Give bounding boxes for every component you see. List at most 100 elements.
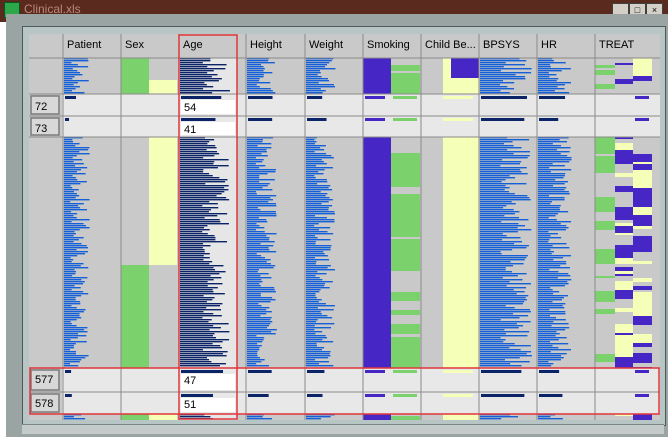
treat-stripe	[595, 244, 615, 249]
treat-stripe	[615, 290, 633, 299]
column-header-sex[interactable]: Sex	[125, 39, 144, 51]
table-lens-canvas[interactable]	[29, 34, 660, 420]
age-value-578[interactable]: 51	[184, 399, 196, 411]
smoking-stripe	[391, 201, 420, 209]
focus-bar	[181, 394, 213, 397]
treat-stripe	[633, 361, 652, 363]
weight-bar	[306, 329, 315, 331]
treat-stripe	[633, 254, 652, 261]
column-header-smoking[interactable]: Smoking	[367, 39, 410, 51]
smoking-stripe	[391, 60, 420, 65]
weight-bar	[306, 335, 326, 337]
row-label-577[interactable]: 577	[35, 374, 53, 386]
age-bar	[180, 349, 203, 351]
column-header-weight[interactable]: Weight	[309, 39, 343, 51]
treat-stripe	[633, 215, 652, 221]
smoking-stripe	[391, 361, 420, 367]
height-bar	[247, 205, 277, 207]
age-bar	[180, 203, 218, 205]
patient-bar	[64, 263, 84, 265]
weight-bar	[306, 233, 334, 235]
treat-stripe	[633, 191, 652, 198]
weight-bar	[306, 229, 320, 231]
weight-bar	[306, 141, 317, 143]
patient-bar	[64, 145, 76, 147]
hr-bar	[538, 271, 559, 273]
age-bar	[180, 255, 204, 257]
patient-bar	[64, 62, 72, 64]
patient-bar	[64, 295, 82, 297]
bpsys-bar	[480, 215, 505, 217]
bpsys-bar	[480, 315, 529, 317]
focus-bar	[443, 370, 473, 373]
weight-bar	[306, 151, 315, 153]
bpsys-bar	[480, 233, 503, 235]
smoking-stripe	[391, 73, 420, 81]
smoking-block	[363, 58, 391, 94]
row-label-72[interactable]: 72	[35, 101, 47, 113]
age-value-73[interactable]: 41	[184, 124, 196, 136]
hr-bar	[538, 211, 569, 213]
weight-bar	[306, 313, 322, 315]
row-label-73[interactable]: 73	[35, 123, 47, 135]
treat-stripe	[633, 347, 652, 353]
height-bar	[247, 223, 257, 225]
treat-stripe	[615, 213, 633, 220]
weight-bar	[306, 251, 324, 253]
age-bar	[180, 211, 209, 213]
age-bar	[180, 207, 219, 209]
bpsys-bar	[480, 253, 502, 255]
column-header-child-be[interactable]: Child Be...	[425, 39, 476, 51]
weight-bar	[306, 74, 318, 76]
hr-bar	[538, 62, 566, 64]
bpsys-bar	[480, 169, 521, 171]
smoking-stripe	[391, 301, 420, 303]
hr-bar	[538, 139, 560, 141]
patient-bar	[64, 339, 71, 341]
age-value-72[interactable]: 54	[184, 102, 196, 114]
horizontal-scrollbar[interactable]	[22, 424, 664, 434]
height-bar	[247, 80, 260, 82]
treat-stripe	[615, 58, 633, 63]
hr-bar	[538, 191, 569, 193]
hr-bar	[538, 72, 549, 74]
treat-stripe	[633, 292, 652, 301]
treat-stripe	[615, 354, 633, 357]
weight-bar	[306, 173, 324, 175]
hr-bar	[538, 251, 554, 253]
patient-bar	[64, 231, 75, 233]
bpsys-bar	[480, 361, 530, 363]
bpsys-bar	[480, 349, 521, 351]
age-bar	[180, 305, 221, 307]
age-bar	[180, 355, 227, 357]
patient-bar	[64, 249, 77, 251]
height-bar	[247, 171, 276, 173]
height-bar	[247, 289, 275, 291]
weight-bar	[306, 365, 334, 367]
height-bar	[247, 185, 268, 187]
height-bar	[247, 361, 262, 363]
column-header-bpsys[interactable]: BPSYS	[483, 39, 520, 51]
age-bar	[180, 78, 222, 80]
column-header-patient[interactable]: Patient	[67, 39, 101, 51]
patient-bar	[64, 253, 86, 255]
age-bar	[180, 363, 226, 365]
row-label-578[interactable]: 578	[35, 398, 53, 410]
bpsys-bar	[480, 223, 519, 225]
patient-bar	[64, 281, 85, 283]
column-header-treat[interactable]: TREAT	[599, 39, 634, 51]
column-header-age[interactable]: Age	[183, 39, 203, 51]
bpsys-bar	[480, 279, 523, 281]
column-header-height[interactable]: Height	[250, 39, 282, 51]
height-bar	[247, 359, 265, 361]
column-header-hr[interactable]: HR	[541, 39, 557, 51]
age-bar	[180, 241, 228, 243]
age-value-577[interactable]: 47	[184, 375, 196, 387]
bpsys-bar	[480, 343, 515, 345]
age-bar	[180, 365, 220, 367]
hr-bar	[538, 245, 553, 247]
height-bar	[247, 333, 276, 335]
bpsys-bar	[480, 249, 513, 251]
weight-bar	[306, 66, 326, 68]
age-bar	[180, 193, 222, 195]
